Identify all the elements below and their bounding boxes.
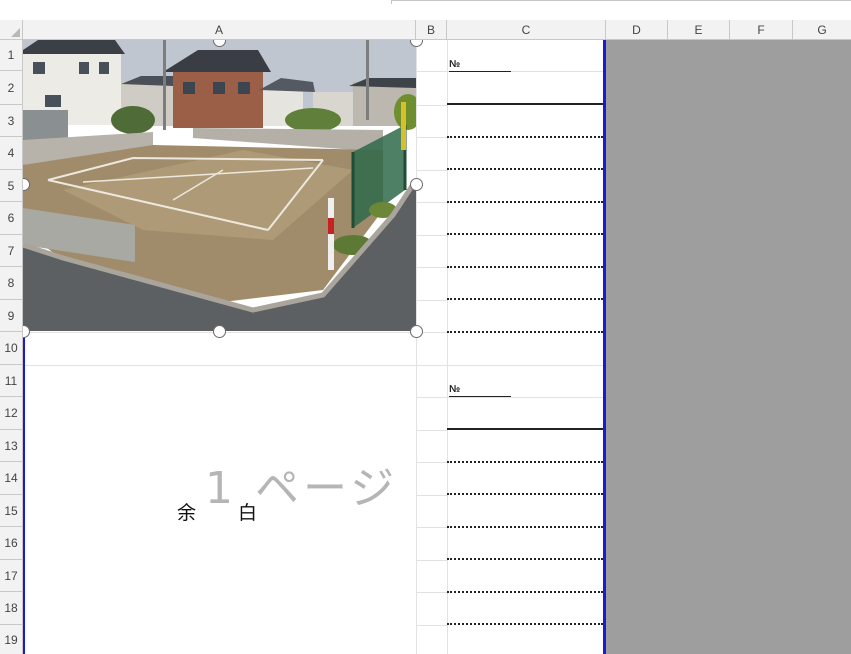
- gridline: [447, 397, 603, 398]
- gridline: [416, 40, 417, 654]
- row-header[interactable]: 15: [0, 495, 23, 527]
- row-header[interactable]: 19: [0, 625, 23, 654]
- resize-handle[interactable]: [410, 178, 423, 191]
- gridline: [416, 430, 447, 431]
- caption-dotted-line: [447, 266, 603, 268]
- column-header-c[interactable]: C: [447, 20, 606, 40]
- gridline: [416, 105, 447, 106]
- caption-dotted-line: [447, 558, 603, 560]
- gridline: [416, 462, 447, 463]
- row-header[interactable]: 10: [0, 332, 23, 365]
- gridline: [416, 235, 447, 236]
- gridline: [416, 300, 447, 301]
- column-header-g[interactable]: G: [793, 20, 851, 40]
- formula-bar-edge: [391, 0, 851, 4]
- row-header[interactable]: 13: [0, 430, 23, 462]
- resize-handle[interactable]: [213, 325, 226, 338]
- caption-dotted-line: [447, 298, 603, 300]
- row-header[interactable]: 2: [0, 71, 23, 105]
- column-header-d[interactable]: D: [606, 20, 668, 40]
- row-header[interactable]: 4: [0, 137, 23, 170]
- caption-dotted-line: [447, 526, 603, 528]
- caption-dotted-line: [447, 233, 603, 235]
- caption-dotted-line: [447, 331, 603, 333]
- column-headers: A B C D E F G: [0, 20, 851, 40]
- row-header[interactable]: 3: [0, 105, 23, 137]
- row-header[interactable]: 18: [0, 592, 23, 625]
- page-number-watermark: 1 ページ: [205, 463, 399, 514]
- gridline: [416, 625, 447, 626]
- column-header-b[interactable]: B: [416, 20, 447, 40]
- caption-underline: [447, 103, 603, 105]
- caption-dotted-line: [447, 201, 603, 203]
- row-header[interactable]: 16: [0, 527, 23, 560]
- gridline: [416, 592, 447, 593]
- row-headers: 1 2 3 4 5 6 7 8 9 10 11 12 13 14 15 16 1…: [0, 40, 23, 654]
- column-header-a[interactable]: A: [23, 20, 416, 40]
- row-header[interactable]: 9: [0, 300, 23, 332]
- page-break-line: [603, 40, 606, 654]
- gridline: [416, 397, 447, 398]
- row-header[interactable]: 6: [0, 202, 23, 235]
- gridline: [416, 527, 447, 528]
- row-header[interactable]: 17: [0, 560, 23, 592]
- row-header[interactable]: 7: [0, 235, 23, 267]
- caption-dotted-line: [447, 136, 603, 138]
- resize-handle[interactable]: [410, 325, 423, 338]
- caption-dotted-line: [447, 623, 603, 625]
- row-header[interactable]: 12: [0, 397, 23, 430]
- column-header-f[interactable]: F: [730, 20, 793, 40]
- margin-text-left: 余: [177, 502, 197, 524]
- gridline: [23, 365, 603, 366]
- gridline: [416, 202, 447, 203]
- cell-grid[interactable]: № № 余 白: [23, 40, 851, 654]
- caption-dotted-line: [447, 493, 603, 495]
- caption-dotted-line: [447, 461, 603, 463]
- gridline: [416, 495, 447, 496]
- gridline: [416, 267, 447, 268]
- gridline: [23, 332, 447, 333]
- gridline: [416, 170, 447, 171]
- row-header[interactable]: 8: [0, 267, 23, 300]
- caption-dotted-line: [447, 591, 603, 593]
- row-header[interactable]: 14: [0, 462, 23, 495]
- number-label: №: [449, 384, 511, 397]
- inserted-photo[interactable]: [23, 40, 416, 331]
- row-header[interactable]: 1: [0, 40, 23, 71]
- vacant-lot-photo: [23, 40, 416, 331]
- gridline: [416, 137, 447, 138]
- gridline: [416, 560, 447, 561]
- row-header[interactable]: 5: [0, 170, 23, 202]
- gridline: [447, 40, 448, 654]
- select-all-button[interactable]: [0, 20, 23, 40]
- caption-underline: [447, 428, 603, 430]
- outside-print-area: [605, 40, 851, 654]
- gridline: [416, 71, 447, 72]
- caption-dotted-line: [447, 168, 603, 170]
- toolbar-area: [0, 0, 851, 20]
- number-label: №: [449, 59, 511, 72]
- row-header[interactable]: 11: [0, 365, 23, 397]
- column-header-e[interactable]: E: [668, 20, 730, 40]
